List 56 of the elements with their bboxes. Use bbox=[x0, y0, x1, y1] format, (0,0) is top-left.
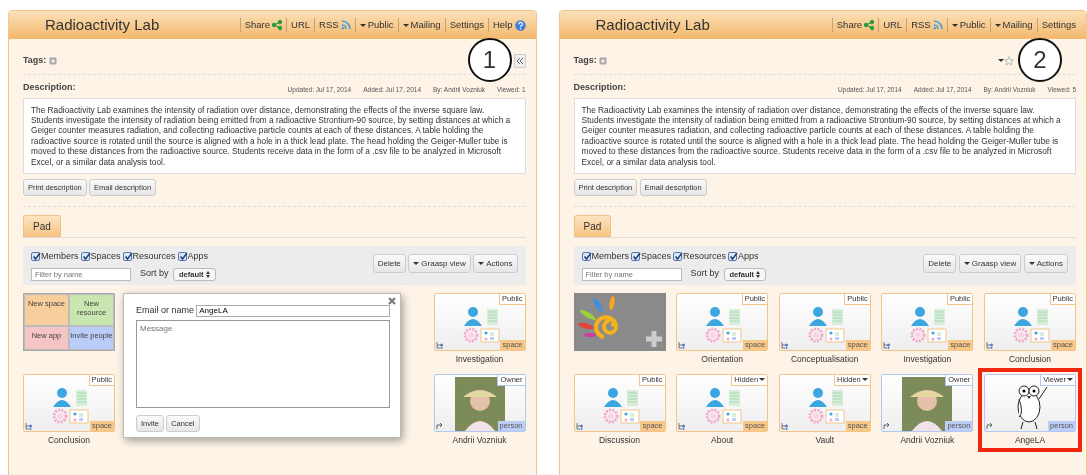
description-text: The Radioactivity Lab examines the intensity of radiation over distance, demonstrating the effects of the inverse square law. Students investigate the intensity of radiation being emitted from a radioactive Strontium-90 source, by setting distances at which a Geiger counter measures radiation, and collecting radioactive particle counts at each of these distances. A table holding the radioactive source is rotated until the source is aligned with a hole in a thick lead plate. The head holding the Geiger-Muller tube is moved to these distances from the radioactive source. Students receive data in the form of a .csv file to be analyzed in Microsoft Excel, or a similar data analysis tool. bbox=[23, 97, 526, 174]
description-text: The Radioactivity Lab examines the intensity of radiation over distance, demonstrating the effects of the inverse square law. Students investigate the intensity of radiation being emitted from a radioactive Strontium-90 source, by setting distances at which a Geiger counter measures radiation, and collecting radioactive particle counts at each of these distances. A table holding the radioactive source is rotated until the source is aligned with a hole in a thick lead plate. The head holding the Geiger-Muller tube is moved to these distances from the radioactive source. Students receive data in the form of a .csv file to be analyzed in Microsoft Excel, or a similar data analysis tool. bbox=[573, 97, 1076, 174]
item-name: Andrii Vozniuk bbox=[900, 433, 955, 447]
space-title: Radioactivity Lab bbox=[595, 14, 711, 35]
checkbox-label[interactable]: Resources bbox=[683, 249, 727, 264]
item-name: AngeLA bbox=[1014, 433, 1046, 447]
item-name: Vault bbox=[815, 433, 835, 447]
action-button[interactable]: Actions bbox=[473, 253, 518, 273]
email-field[interactable]: AngeLA bbox=[196, 304, 390, 317]
checkbox-label[interactable]: Apps bbox=[187, 249, 209, 264]
tags-label: Tags: bbox=[573, 53, 597, 67]
action-button[interactable]: Actions bbox=[1023, 253, 1068, 273]
action-button[interactable]: Graasp view bbox=[408, 253, 471, 273]
checkbox-label[interactable]: Members bbox=[591, 249, 629, 264]
item-name: Discussion bbox=[598, 433, 641, 447]
item-name: Investigation bbox=[455, 352, 504, 366]
menu-link[interactable]: Share bbox=[831, 17, 879, 33]
menu-link[interactable]: RSS bbox=[314, 17, 355, 33]
menu-link[interactable]: Public bbox=[946, 17, 990, 33]
menu-link[interactable]: Share bbox=[239, 17, 287, 33]
pad-tab[interactable]: Pad bbox=[23, 214, 61, 237]
menu-link[interactable]: Mailing bbox=[397, 17, 445, 33]
space-title: Radioactivity Lab bbox=[45, 14, 161, 35]
menu-link[interactable]: RSS bbox=[906, 17, 947, 33]
message-field[interactable]: Message bbox=[136, 320, 390, 409]
sort-label: Sort by bbox=[140, 267, 169, 281]
menu-link[interactable]: URL bbox=[878, 17, 907, 33]
checkbox-label[interactable]: Members bbox=[41, 249, 79, 264]
pad-tab[interactable]: Pad bbox=[573, 214, 612, 237]
menu-link[interactable]: Settings bbox=[444, 17, 488, 33]
item-name: Conceptualisation bbox=[790, 352, 859, 366]
description-label: Description: bbox=[23, 81, 76, 94]
item-name: Conclusion bbox=[47, 433, 91, 447]
item-name: Andrii Vozniuk bbox=[452, 433, 507, 447]
action-button[interactable]: Delete bbox=[372, 253, 406, 273]
checkbox-label[interactable]: Apps bbox=[738, 249, 759, 264]
menu-link[interactable]: Settings bbox=[1036, 17, 1080, 33]
menu-link[interactable]: URL bbox=[286, 17, 315, 33]
email-label: Email or name bbox=[136, 303, 195, 317]
checkbox-label[interactable]: Spaces bbox=[90, 249, 121, 264]
item-name: Orientation bbox=[701, 352, 743, 366]
action-button[interactable]: Delete bbox=[923, 253, 957, 273]
menu-link[interactable]: Public bbox=[354, 17, 398, 33]
callout-number: 2 bbox=[1018, 38, 1062, 82]
checkbox-label[interactable]: Spaces bbox=[641, 249, 672, 264]
callout-number: 1 bbox=[467, 38, 512, 82]
description-label: Description: bbox=[573, 81, 626, 94]
sort-label: Sort by bbox=[690, 267, 719, 281]
checkbox-label[interactable]: Resources bbox=[132, 249, 176, 264]
tags-label: Tags: bbox=[23, 53, 47, 67]
action-button[interactable]: Graasp view bbox=[958, 253, 1022, 273]
item-name: About bbox=[711, 433, 734, 447]
menu-link[interactable]: Mailing bbox=[989, 17, 1037, 33]
item-name: Conclusion bbox=[1008, 352, 1052, 366]
menu-link[interactable]: Help bbox=[487, 17, 530, 33]
item-name: Investigation bbox=[903, 352, 952, 366]
